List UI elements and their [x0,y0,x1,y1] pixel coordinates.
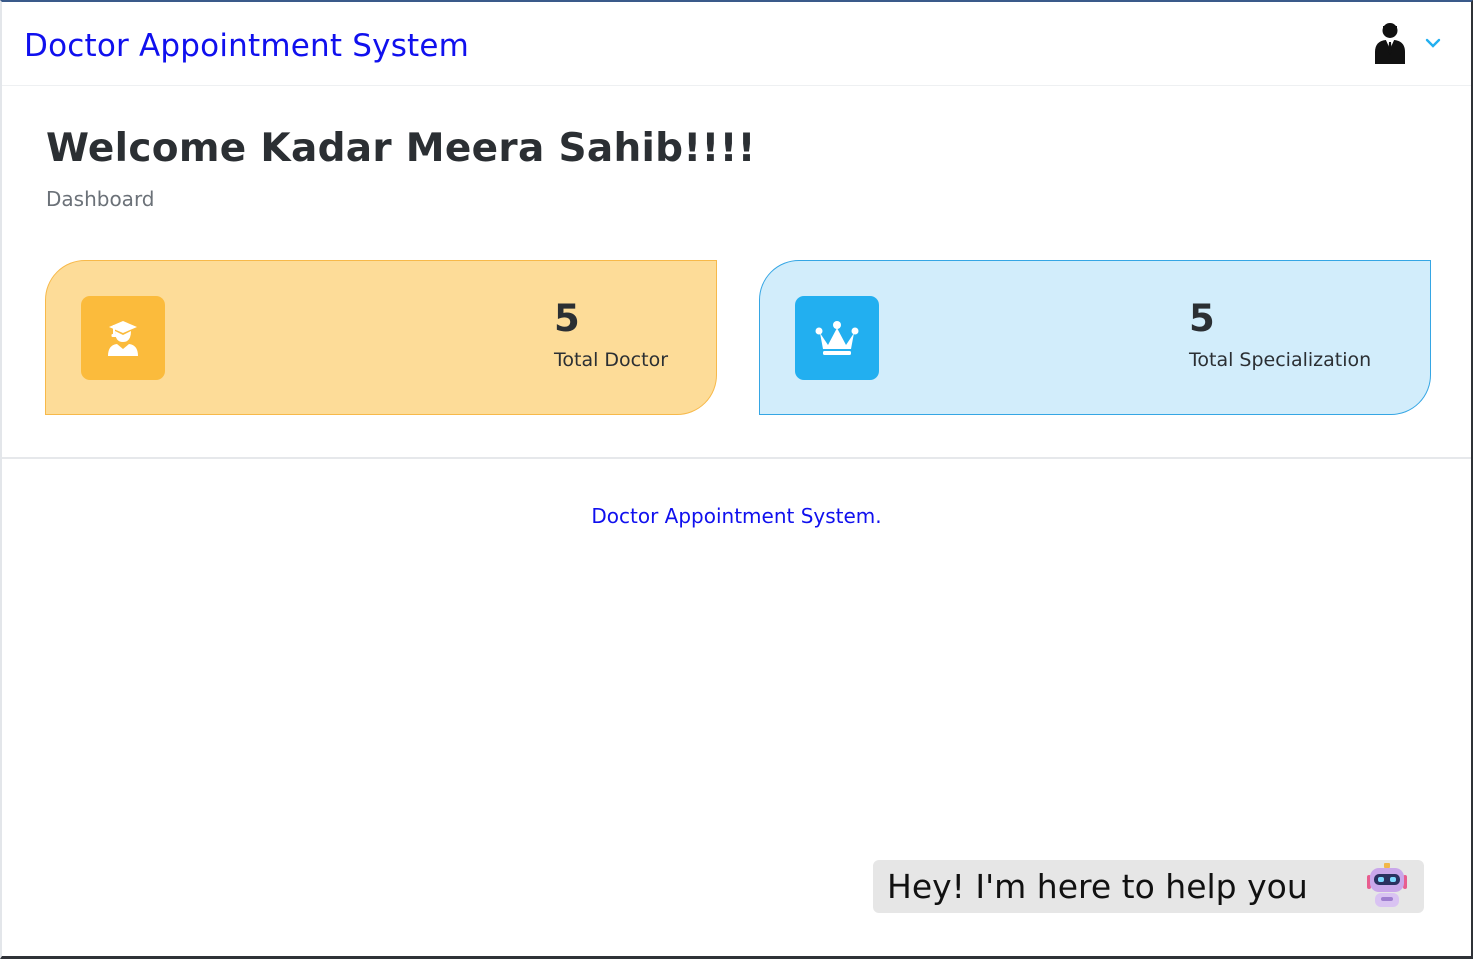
total-doctor-card[interactable]: 5 Total Doctor [45,260,717,415]
chat-widget-message: Hey! I'm here to help you [887,867,1308,906]
footer-divider [2,457,1471,459]
user-avatar-icon[interactable] [1373,22,1407,64]
robot-icon [1362,861,1412,915]
breadcrumb: Dashboard [46,187,155,211]
total-doctor-info: 5 Total Doctor [554,297,668,371]
total-doctor-value: 5 [554,297,580,340]
total-doctor-label: Total Doctor [554,349,668,371]
app-window: Doctor Appointment System Welcome Kadar … [0,0,1473,959]
graduate-icon [81,296,165,380]
total-specialization-label: Total Specialization [1189,349,1372,371]
top-navbar: Doctor Appointment System [2,2,1471,86]
total-specialization-info: 5 Total Specialization [1189,297,1371,371]
footer-text: Doctor Appointment System. [591,504,882,528]
page-title: Welcome Kadar Meera Sahib!!!! [46,126,756,171]
total-specialization-value: 5 [1189,297,1215,340]
crown-icon [795,296,879,380]
chat-widget-button[interactable]: Hey! I'm here to help you [873,860,1424,913]
app-title[interactable]: Doctor Appointment System [24,28,469,64]
total-specialization-card[interactable]: 5 Total Specialization [759,260,1431,415]
chevron-down-icon[interactable] [1425,38,1441,48]
user-menu[interactable] [1373,22,1441,64]
